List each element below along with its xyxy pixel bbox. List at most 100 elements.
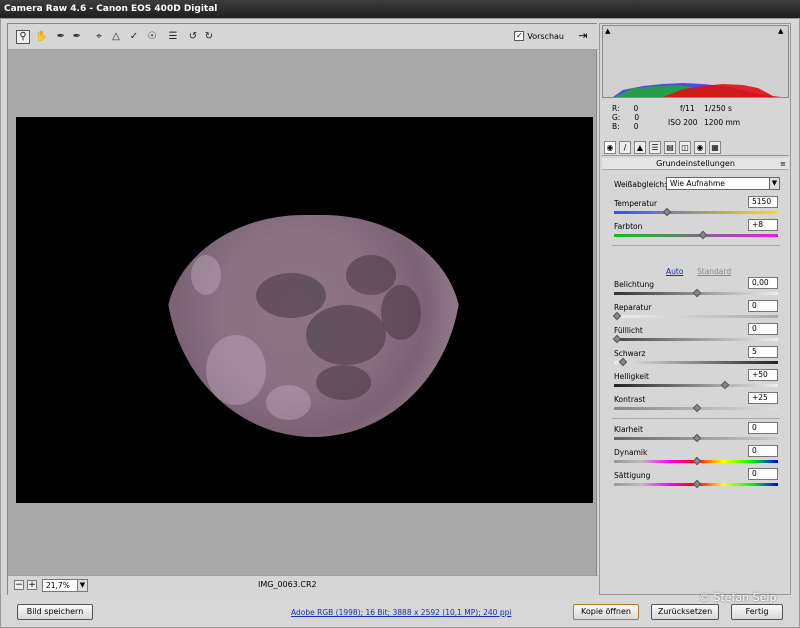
divider: [612, 245, 780, 246]
slider-label-kontrast: Kontrast: [614, 395, 646, 404]
workflow-options-link[interactable]: Adobe RGB (1998); 16 Bit; 3888 x 2592 (1…: [291, 608, 511, 617]
color-sampler-icon[interactable]: ✒: [70, 30, 84, 44]
slider-thumb[interactable]: [692, 479, 702, 489]
white-balance-value: Wie Aufnahme: [670, 179, 725, 188]
watermark: © Stefan Seip: [699, 591, 777, 604]
crater: [266, 385, 311, 420]
camera-calibration-tab-icon[interactable]: ◉: [694, 141, 706, 154]
histogram-graph: [613, 83, 781, 97]
filename: IMG_0063.CR2: [258, 580, 317, 589]
slider-value-reparatur[interactable]: 0: [748, 300, 778, 312]
histogram: ▲ ▲: [602, 25, 789, 98]
preferences-icon[interactable]: ☰: [166, 30, 180, 44]
reset-button[interactable]: Zurücksetzen: [651, 604, 719, 620]
slider-thumb[interactable]: [720, 380, 730, 390]
moon-image: [166, 215, 461, 437]
slider-thumb[interactable]: [612, 334, 622, 344]
save-image-button[interactable]: Bild speichern: [17, 604, 93, 620]
slider-value-klarheit[interactable]: 0: [748, 422, 778, 434]
shutter: 1/250 s: [704, 104, 732, 113]
zoom-value: 21,7%: [46, 581, 70, 590]
basic-tab-icon[interactable]: ◉: [604, 141, 616, 154]
hand-icon[interactable]: ✋: [34, 30, 48, 44]
zoom-level-select[interactable]: 21,7% ▼: [42, 579, 88, 592]
slider-value-belichtung[interactable]: 0,00: [748, 277, 778, 289]
temperatur-slider[interactable]: [614, 207, 778, 217]
slider-label-schwarz: Schwarz: [614, 349, 646, 358]
hsl-tab-icon[interactable]: ☰: [649, 141, 661, 154]
zoom-in-button[interactable]: +: [27, 580, 37, 590]
slider-thumb[interactable]: [692, 403, 702, 413]
r-label: R:: [612, 104, 620, 113]
mare: [346, 255, 396, 295]
slider-label-farbton: Farbton: [614, 222, 643, 231]
farbton-slider[interactable]: [614, 230, 778, 240]
white-balance-label: Weißabgleich:: [614, 180, 667, 189]
slider-value-kontrast[interactable]: +25: [748, 392, 778, 404]
slider-label-temperatur: Temperatur: [614, 199, 658, 208]
done-button[interactable]: Fertig: [731, 604, 783, 620]
status-strip: − + 21,7% ▼ IMG_0063.CR2: [8, 575, 598, 595]
standard-link[interactable]: Standard: [697, 267, 731, 276]
slider-value-fuelllicht[interactable]: 0: [748, 323, 778, 335]
slider-thumb[interactable]: [662, 207, 672, 217]
slider-value-saettigung[interactable]: 0: [748, 468, 778, 480]
slider-label-helligkeit: Helligkeit: [614, 372, 649, 381]
presets-tab-icon[interactable]: ▦: [709, 141, 721, 154]
slider-value-farbton[interactable]: +8: [748, 219, 778, 231]
rotate-right-icon[interactable]: ↻: [202, 30, 216, 44]
split-toning-tab-icon[interactable]: ▤: [664, 141, 676, 154]
schwarz-slider[interactable]: [614, 357, 778, 367]
klarheit-slider[interactable]: [614, 433, 778, 443]
open-copy-button[interactable]: Kopie öffnen: [573, 604, 639, 620]
red-eye-icon[interactable]: ☉: [145, 30, 159, 44]
white-balance-icon[interactable]: ✒: [54, 30, 68, 44]
slider-label-reparatur: Reparatur: [614, 303, 652, 312]
panel-menu-icon[interactable]: ≡: [780, 158, 786, 170]
reparatur-slider[interactable]: [612, 311, 778, 321]
crop-icon[interactable]: ⌖: [92, 30, 106, 44]
straighten-icon[interactable]: △: [109, 30, 123, 44]
panel-title: Grundeinstellungen ≡: [602, 158, 789, 170]
preview-pane: ⚲ ✋ ✒ ✒ ⌖ △ ✓ ☉ ☰ ↺ ↻ ✓ Vorschau ⇥ − + 2…: [7, 23, 598, 595]
lens-tab-icon[interactable]: ◫: [679, 141, 691, 154]
rotate-left-icon[interactable]: ↺: [186, 30, 200, 44]
zoom-out-button[interactable]: −: [14, 580, 24, 590]
chevron-down-icon: ▼: [769, 178, 779, 189]
white-balance-select[interactable]: Wie Aufnahme ▼: [666, 177, 780, 190]
slider-value-dynamik[interactable]: 0: [748, 445, 778, 457]
zoom-icon[interactable]: ⚲: [16, 30, 30, 44]
panel-tabs: ◉ ∕ ▲ ☰ ▤ ◫ ◉ ▦: [602, 140, 789, 156]
tone-curve-tab-icon[interactable]: ∕: [619, 141, 631, 154]
slider-value-temperatur[interactable]: 5150: [748, 196, 778, 208]
dynamik-slider[interactable]: [614, 456, 778, 466]
slider-thumb[interactable]: [692, 433, 702, 443]
focal-length: 1200 mm: [704, 118, 741, 127]
mare: [316, 365, 371, 400]
spot-removal-icon[interactable]: ✓: [127, 30, 141, 44]
mare: [306, 305, 386, 365]
helligkeit-slider[interactable]: [614, 380, 778, 390]
image-canvas[interactable]: [16, 117, 593, 503]
saettigung-slider[interactable]: [614, 479, 778, 489]
preview-checkbox[interactable]: ✓ Vorschau: [514, 31, 564, 41]
crater: [191, 255, 221, 295]
slider-value-helligkeit[interactable]: +50: [748, 369, 778, 381]
kontrast-slider[interactable]: [614, 403, 778, 413]
slider-thumb[interactable]: [698, 230, 708, 240]
slider-label-belichtung: Belichtung: [614, 280, 655, 289]
fullscreen-icon[interactable]: ⇥: [576, 30, 590, 44]
slider-value-schwarz[interactable]: 5: [748, 346, 778, 358]
r-value: 0: [633, 104, 639, 113]
slider-thumb[interactable]: [692, 288, 702, 298]
auto-link[interactable]: Auto: [666, 267, 683, 276]
slider-thumb[interactable]: [692, 456, 702, 466]
preview-label: Vorschau: [527, 31, 564, 41]
slider-thumb[interactable]: [618, 357, 628, 367]
detail-tab-icon[interactable]: ▲: [634, 141, 646, 154]
slider-thumb[interactable]: [612, 311, 622, 321]
checkbox-checked-icon[interactable]: ✓: [514, 31, 525, 41]
fuelllicht-slider[interactable]: [612, 334, 778, 344]
belichtung-slider[interactable]: [614, 288, 778, 298]
mare: [381, 285, 421, 340]
